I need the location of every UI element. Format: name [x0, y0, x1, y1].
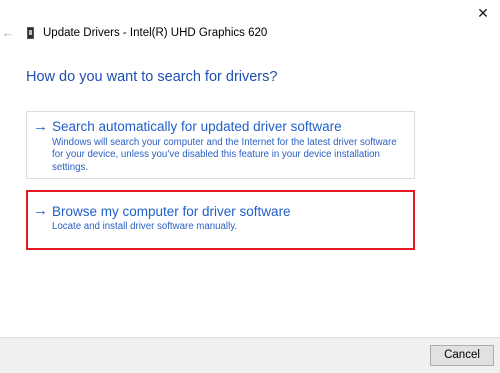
- right-arrow-icon: →: [33, 118, 48, 135]
- browse-computer-option[interactable]: → Browse my computer for driver software…: [26, 190, 415, 250]
- right-arrow-icon: →: [33, 202, 48, 219]
- footer-bar: [0, 337, 500, 373]
- cancel-button[interactable]: Cancel: [430, 345, 494, 366]
- back-arrow-icon[interactable]: ←: [1, 26, 15, 40]
- close-icon: ✕: [477, 5, 489, 21]
- search-automatically-description: Windows will search your computer and th…: [52, 137, 397, 173]
- browse-computer-title: Browse my computer for driver software: [52, 204, 291, 219]
- close-button[interactable]: ✕: [466, 0, 500, 26]
- search-automatically-option[interactable]: → Search automatically for updated drive…: [26, 111, 415, 179]
- display-adapter-icon: [27, 27, 34, 39]
- page-heading: How do you want to search for drivers?: [26, 69, 278, 85]
- search-automatically-title: Search automatically for updated driver …: [52, 119, 342, 134]
- browse-computer-description: Locate and install driver software manua…: [52, 221, 238, 232]
- window-title: Update Drivers - Intel(R) UHD Graphics 6…: [43, 27, 268, 39]
